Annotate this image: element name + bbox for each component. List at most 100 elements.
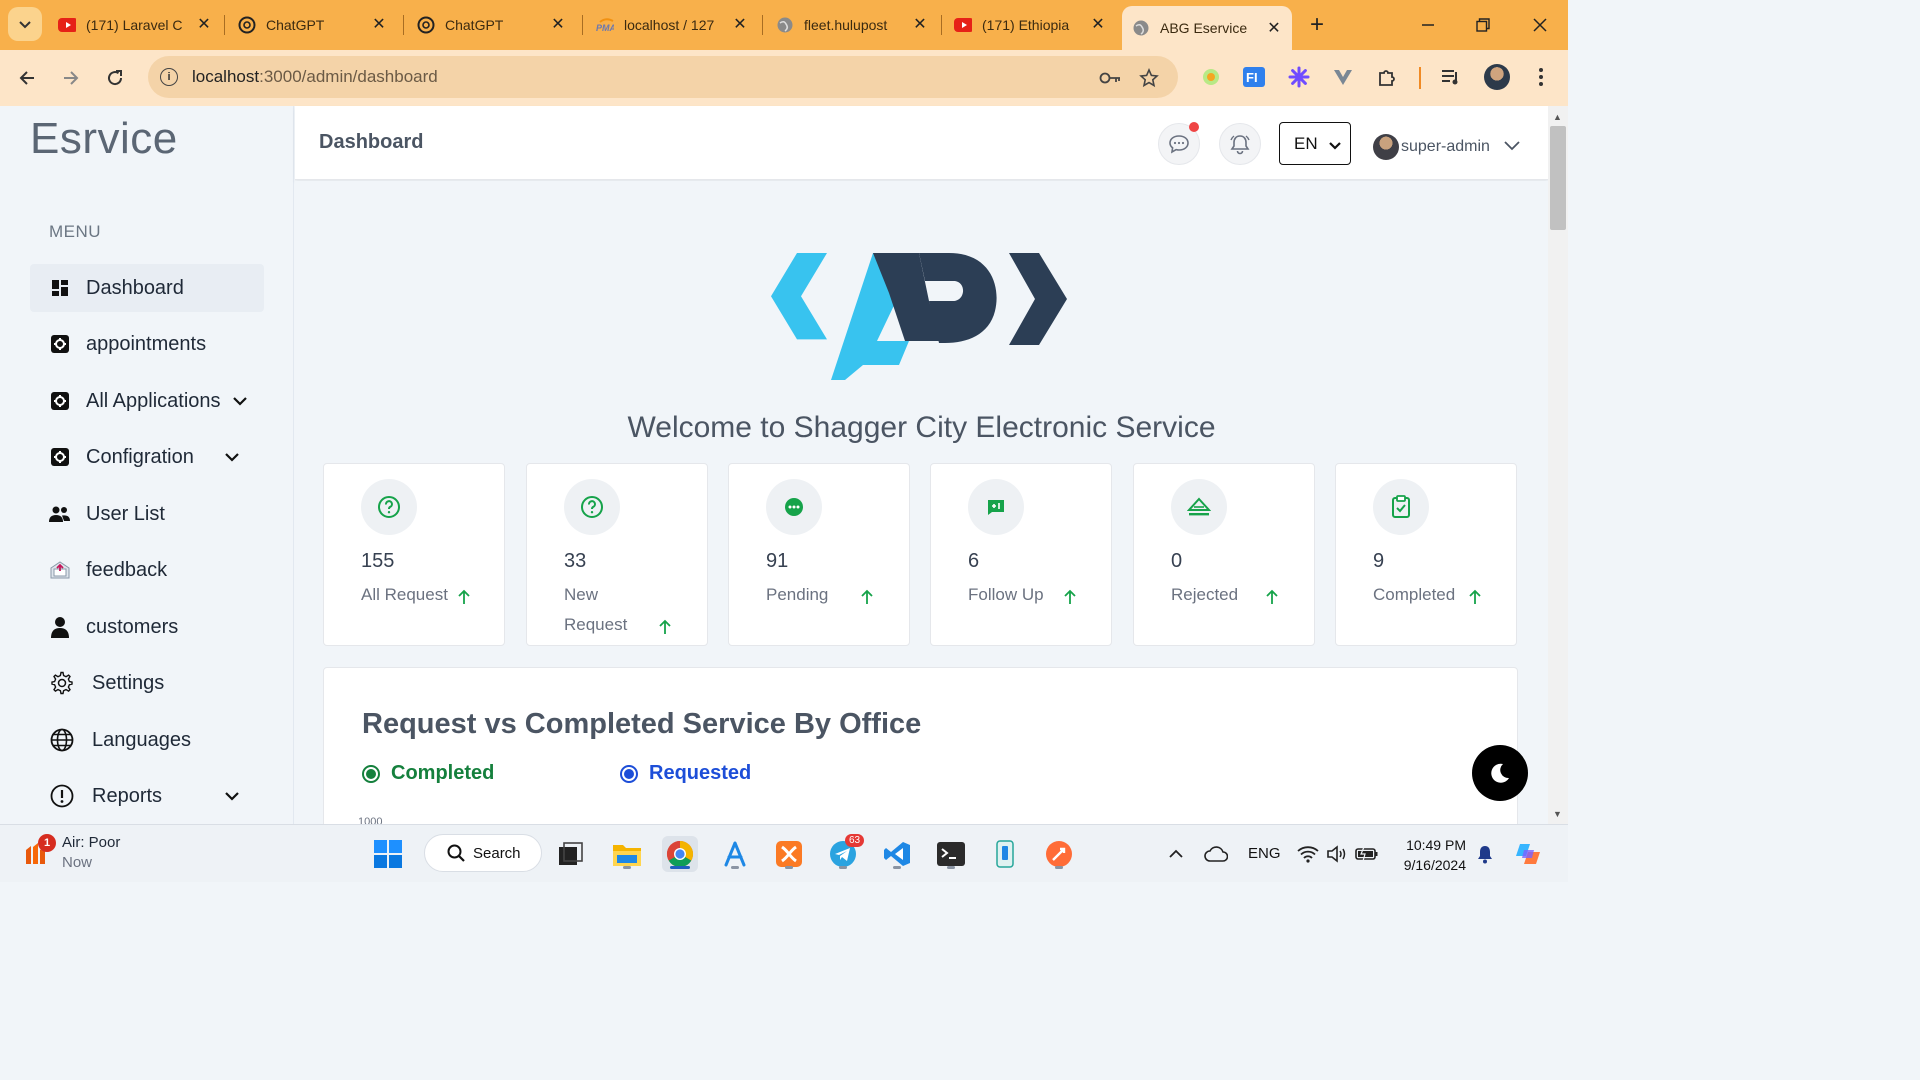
legend-completed[interactable]: Completed (362, 762, 494, 785)
stat-card-rejected[interactable]: 0 Rejected (1133, 463, 1315, 646)
extension-icon[interactable] (1330, 64, 1356, 90)
extension-icon[interactable] (1198, 64, 1224, 90)
running-indicator (839, 866, 847, 869)
copilot-icon[interactable] (1511, 836, 1547, 872)
tab-label: (171) Ethiopia (982, 17, 1070, 33)
battery-icon[interactable] (1349, 836, 1385, 872)
theme-toggle-button[interactable] (1472, 745, 1528, 801)
messages-button[interactable] (1158, 122, 1200, 165)
minimize-button[interactable] (1413, 10, 1443, 40)
scroll-down-icon[interactable]: ▼ (1553, 809, 1562, 819)
sidebar-item-languages[interactable]: Languages (30, 716, 264, 764)
browser-tab[interactable]: ChatGPT ✕ (238, 8, 393, 42)
site-info-icon[interactable]: i (160, 68, 178, 86)
taskbar-search[interactable]: Search (424, 834, 542, 872)
notification-bell-icon[interactable] (1467, 836, 1503, 872)
weather-widget[interactable]: 1 Air: Poor Now (22, 833, 120, 873)
browser-tab-bar: (171) Laravel C ✕ ChatGPT ✕ ChatGPT ✕ PM… (0, 0, 1568, 50)
sidebar-item-user-list[interactable]: User List (30, 490, 264, 538)
close-icon[interactable]: ✕ (369, 14, 389, 34)
language-select[interactable]: EN (1279, 122, 1351, 165)
xampp-icon[interactable] (771, 836, 807, 872)
restore-button[interactable] (1468, 10, 1498, 40)
close-icon[interactable]: ✕ (1264, 18, 1284, 38)
close-icon[interactable]: ✕ (730, 14, 750, 34)
cog-box-icon (48, 389, 72, 413)
chart-title: Request vs Completed Service By Office (362, 708, 922, 740)
stat-card-pending[interactable]: 91 Pending (728, 463, 910, 646)
sidebar-item-appointments[interactable]: appointments (30, 320, 264, 368)
extension-icon[interactable] (1286, 64, 1312, 90)
stat-card-all-request[interactable]: 155 All Request (323, 463, 505, 646)
windows-taskbar: 1 Air: Poor Now Search 63 ENG 10:49 PM 9… (0, 824, 1568, 882)
tab-label: fleet.hulupost (804, 17, 888, 33)
sidebar-item-dashboard[interactable]: Dashboard (30, 264, 264, 312)
cog-box-icon (48, 445, 72, 469)
app-store-icon[interactable] (717, 836, 753, 872)
reload-button[interactable] (99, 62, 131, 94)
chrome-icon[interactable] (662, 836, 698, 872)
browser-tab[interactable]: (171) Laravel C ✕ (58, 8, 218, 42)
arrow-left-icon (19, 71, 34, 85)
forward-button[interactable] (55, 62, 87, 94)
address-bar[interactable]: i localhost:3000/admin/dashboard (148, 56, 1178, 98)
page-scrollbar[interactable]: ▲ ▼ (1548, 106, 1568, 824)
system-clock[interactable]: 10:49 PM 9/16/2024 (1396, 835, 1466, 875)
file-explorer-icon[interactable] (609, 836, 645, 872)
browser-tab[interactable]: PMA localhost / 127 ✕ (596, 8, 754, 42)
profile-avatar[interactable] (1484, 64, 1510, 90)
weather-subtitle: Now (62, 854, 93, 871)
brand-logo-text[interactable]: Esrvice (30, 114, 178, 164)
terminal-icon[interactable] (933, 836, 969, 872)
stat-card-completed[interactable]: 9 Completed (1335, 463, 1517, 646)
vscode-icon[interactable] (879, 836, 915, 872)
puzzle-icon[interactable] (1374, 64, 1400, 90)
password-key-icon[interactable] (1098, 66, 1122, 90)
back-button[interactable] (11, 62, 43, 94)
new-tab-button[interactable]: + (1302, 10, 1332, 40)
sidebar-item-reports[interactable]: Reports (30, 772, 264, 820)
close-icon[interactable]: ✕ (910, 14, 930, 34)
chevron-down-icon[interactable] (222, 786, 242, 806)
postman-icon[interactable] (1041, 836, 1077, 872)
legend-requested[interactable]: Requested (620, 762, 751, 785)
chevron-up-icon[interactable] (1158, 836, 1194, 872)
browser-tab-active[interactable]: ABG Eservice ✕ (1122, 6, 1292, 50)
tab-search-button[interactable] (8, 7, 42, 41)
scroll-up-icon[interactable]: ▲ (1553, 112, 1562, 122)
browser-tab[interactable]: (171) Ethiopia ✕ (954, 8, 1112, 42)
more-menu-icon[interactable] (1528, 64, 1554, 90)
close-icon[interactable]: ✕ (1088, 14, 1108, 34)
scrollbar-thumb[interactable] (1550, 126, 1566, 230)
running-indicator (1055, 866, 1063, 869)
eject-icon (1171, 479, 1227, 535)
media-playlist-icon[interactable] (1438, 64, 1464, 90)
stat-card-new-request[interactable]: 33 New Request (526, 463, 708, 646)
task-view-icon[interactable] (553, 836, 589, 872)
telegram-icon[interactable]: 63 (825, 834, 865, 872)
input-language[interactable]: ENG (1248, 845, 1281, 862)
phone-link-icon[interactable] (987, 836, 1023, 872)
tab-label: localhost / 127 (624, 17, 715, 33)
browser-tab[interactable]: fleet.hulupost ✕ (776, 8, 934, 42)
chevron-down-icon[interactable] (222, 447, 242, 467)
stat-label: New Request (564, 585, 628, 634)
sidebar-item-configration[interactable]: Configration (30, 433, 264, 481)
windows-start-icon[interactable] (370, 836, 406, 872)
extension-icon[interactable]: FI (1241, 64, 1267, 90)
sidebar-item-settings[interactable]: Settings (30, 659, 264, 707)
chevron-down-icon[interactable] (230, 391, 250, 411)
notifications-button[interactable] (1219, 123, 1261, 165)
bookmark-star-icon[interactable] (1137, 66, 1161, 90)
browser-tab[interactable]: ChatGPT ✕ (417, 8, 572, 42)
url-text[interactable]: localhost:3000/admin/dashboard (192, 67, 438, 87)
close-window-button[interactable] (1525, 10, 1555, 40)
sidebar-item-all-applications[interactable]: All Applications (30, 377, 264, 425)
close-icon[interactable]: ✕ (194, 14, 214, 34)
sidebar-item-feedback[interactable]: feedback (30, 546, 264, 594)
sidebar-item-customers[interactable]: customers (30, 603, 264, 651)
close-icon[interactable]: ✕ (548, 14, 568, 34)
onedrive-icon[interactable] (1198, 836, 1234, 872)
user-menu[interactable]: super-admin (1373, 132, 1520, 162)
stat-card-follow-up[interactable]: 6 Follow Up (930, 463, 1112, 646)
